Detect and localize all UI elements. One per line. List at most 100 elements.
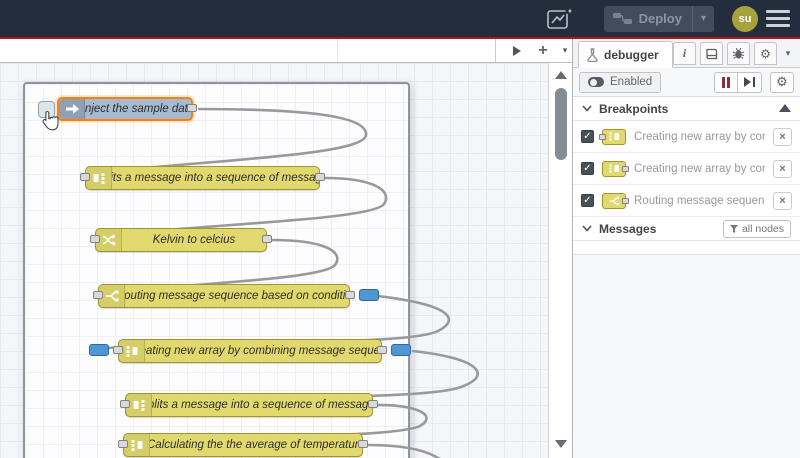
node-split[interactable]: Splits a message into a sequence of mess…: [120, 393, 378, 417]
gear-icon: ⚙: [760, 46, 771, 61]
messages-empty-area: [573, 241, 800, 255]
info-icon: i: [682, 46, 687, 60]
output-port[interactable]: [358, 440, 368, 448]
step-button[interactable]: [738, 71, 762, 93]
node-label: Splits a message into a sequence of mess…: [152, 399, 372, 411]
node-label: Creating new array by combining message …: [145, 345, 381, 357]
sidebar-background: [573, 255, 800, 458]
remove-breakpoint-button[interactable]: ×: [773, 127, 792, 146]
node-label: Splits a message into a sequence of mess…: [112, 172, 319, 184]
node-join[interactable]: Calculating the the average of temperatu…: [118, 433, 368, 457]
node-change[interactable]: Kelvin to celcius: [90, 228, 272, 252]
tab-debugger-label: debugger: [604, 47, 659, 62]
join-node-mini-icon: [599, 128, 626, 145]
workspace-pane: + ▾ Inject the sample data ts a message …: [0, 39, 572, 458]
node-red-app: Deploy ▾ su + ▾ Inject the sample data t…: [0, 0, 800, 458]
messages-section-header[interactable]: Messages all nodes: [573, 217, 800, 241]
tab-config-nodes[interactable]: ⚙: [754, 42, 777, 65]
scroll-down-icon[interactable]: [555, 440, 567, 448]
node-inject[interactable]: Inject the sample data: [38, 97, 197, 121]
tab-help[interactable]: [700, 42, 723, 65]
input-port[interactable]: [118, 440, 128, 448]
input-port[interactable]: [93, 291, 103, 299]
deploy-caret-icon[interactable]: ▾: [693, 13, 714, 24]
debugger-toolbar: Enabled ⚙: [573, 68, 800, 97]
tab-debug-messages[interactable]: [727, 42, 750, 65]
caret-down-icon: ▾: [785, 48, 791, 58]
breakpoint-marker-output[interactable]: [391, 344, 411, 356]
breakpoint-checkbox[interactable]: ✓: [581, 130, 594, 143]
run-flows-button[interactable]: [505, 39, 529, 62]
breakpoint-marker-input[interactable]: [89, 344, 109, 356]
node-join[interactable]: Creating new array by combining message …: [89, 339, 411, 363]
remove-breakpoint-button[interactable]: ×: [773, 191, 792, 210]
node-label: Calculating the the average of temperatu…: [150, 439, 362, 451]
debugger-settings-button[interactable]: ⚙: [770, 71, 794, 93]
right-sidebar: debugger i ⚙ ▾ Enabled ⚙ Breakpoints ✓ C…: [572, 39, 800, 458]
input-port[interactable]: [120, 400, 130, 408]
input-port[interactable]: [113, 346, 123, 354]
app-header: Deploy ▾ su: [0, 0, 800, 39]
flask-icon: [587, 47, 598, 62]
switch-node-mini-icon: [602, 192, 629, 209]
output-port-mini: [622, 197, 629, 204]
tab-debugger[interactable]: debugger: [578, 41, 673, 68]
output-port[interactable]: [262, 235, 272, 243]
enabled-label: Enabled: [610, 76, 653, 88]
output-port[interactable]: [345, 291, 355, 299]
list-scroll-up-icon[interactable]: [779, 104, 791, 112]
remove-breakpoint-button[interactable]: ×: [773, 159, 792, 178]
output-port[interactable]: [315, 173, 325, 181]
breakpoint-row[interactable]: ✓ Creating new array by combining messag…: [573, 121, 800, 153]
tab-info[interactable]: i: [673, 42, 696, 65]
bug-icon: [732, 47, 745, 59]
hand-cursor-icon: [42, 110, 59, 131]
pause-button[interactable]: [714, 71, 738, 93]
toggle-icon: [588, 77, 604, 87]
tab-separator: [337, 39, 338, 62]
book-icon: [706, 48, 718, 59]
breakpoints-title: Breakpoints: [599, 101, 669, 116]
breakpoint-row[interactable]: ✓ Routing message sequence based on cond…: [573, 185, 800, 217]
scroll-up-icon[interactable]: [555, 71, 567, 79]
input-port[interactable]: [80, 173, 90, 181]
pause-step-group: [714, 71, 762, 93]
sidebar-tab-bar: debugger i ⚙ ▾: [573, 39, 800, 68]
flow-canvas[interactable]: Inject the sample data ts a message into…: [0, 63, 572, 458]
breakpoint-row[interactable]: ✓ Creating new array by combining messag…: [573, 153, 800, 185]
step-icon: [743, 77, 751, 87]
user-avatar[interactable]: su: [732, 5, 758, 32]
chevron-down-icon: [582, 105, 592, 112]
add-flow-button[interactable]: +: [531, 39, 555, 62]
deploy-button-label: Deploy: [638, 11, 682, 26]
sidebar-tabs-menu[interactable]: ▾: [781, 42, 795, 65]
scrollbar-thumb[interactable]: [555, 88, 567, 160]
flow-assistant-icon[interactable]: [544, 6, 574, 32]
node-switch[interactable]: Routing message sequence based on condit…: [93, 284, 379, 308]
tab-toolbar-separator: [495, 39, 496, 62]
canvas-vertical-scrollbar[interactable]: [548, 63, 572, 458]
node-label: Kelvin to celcius: [152, 234, 236, 246]
breakpoints-section-header[interactable]: Breakpoints: [573, 97, 800, 121]
breakpoint-marker-output[interactable]: [359, 289, 379, 301]
messages-filter-button[interactable]: all nodes: [722, 219, 791, 238]
sidebar-mini-tabs: i ⚙ ▾: [673, 42, 795, 65]
funnel-icon: [729, 224, 738, 233]
main-area: + ▾ Inject the sample data ts a message …: [0, 39, 800, 458]
messages-title: Messages: [599, 221, 657, 236]
node-split[interactable]: Splits a message into a sequence of mess…: [80, 166, 325, 190]
breakpoint-checkbox[interactable]: ✓: [581, 194, 594, 207]
input-port[interactable]: [90, 235, 100, 243]
join-node-mini-icon: [602, 160, 629, 177]
output-port[interactable]: [377, 346, 387, 354]
debugger-enabled-toggle[interactable]: Enabled: [579, 71, 662, 93]
flow-tab-bar: + ▾: [0, 39, 572, 63]
main-menu-icon[interactable]: [766, 10, 790, 27]
output-port-mini: [622, 165, 629, 172]
output-port[interactable]: [368, 400, 378, 408]
node-label: Routing message sequence based on condit…: [125, 290, 349, 302]
breakpoint-checkbox[interactable]: ✓: [581, 162, 594, 175]
deploy-button[interactable]: Deploy ▾: [603, 5, 714, 32]
flow-list-button[interactable]: ▾: [553, 39, 572, 62]
output-port[interactable]: [187, 104, 197, 112]
